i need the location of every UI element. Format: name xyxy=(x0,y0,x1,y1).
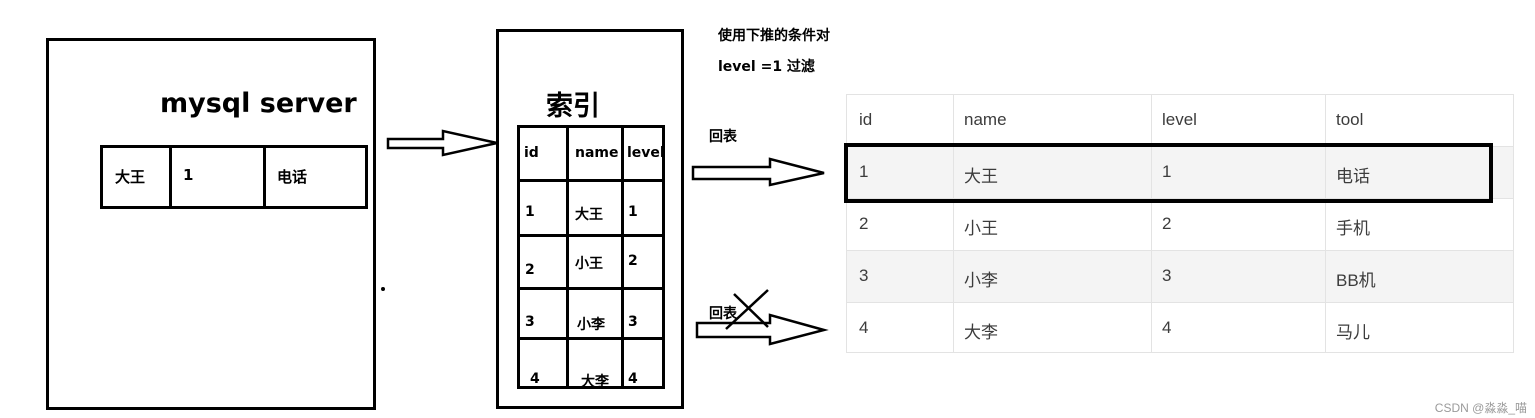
table-col-divider xyxy=(1325,95,1326,352)
column-header-level: level xyxy=(1162,110,1197,129)
table-cell: 小李 xyxy=(964,271,998,290)
table-cell: BB机 xyxy=(1336,271,1376,290)
result-table: id name level tool 1 大王 1 电话 2 小王 2 手机 3… xyxy=(846,94,1514,353)
lookup-label-2: 回表 xyxy=(709,306,737,322)
arrow-server-to-index xyxy=(386,129,498,157)
table-cell: 手机 xyxy=(1336,219,1370,238)
table-row: 4 大李 4 马儿 xyxy=(847,303,1513,355)
table-cell: 2 xyxy=(859,214,869,233)
table-cell: 马儿 xyxy=(1336,323,1370,342)
table-cell: 大李 xyxy=(964,323,998,342)
pushdown-note-line2: level =1 过滤 xyxy=(718,59,815,75)
lookup-label-1: 回表 xyxy=(709,129,737,145)
table-cell: 小王 xyxy=(964,219,998,238)
table-cell: 4 xyxy=(1162,318,1172,337)
pushdown-note-line1: 使用下推的条件对 xyxy=(718,28,830,44)
table-col-divider xyxy=(953,95,954,352)
arrow-lookup-1 xyxy=(691,157,825,187)
column-header-tool: tool xyxy=(1336,110,1364,129)
column-header-id: id xyxy=(859,110,873,129)
watermark: CSDN @淼淼_喵 xyxy=(1434,401,1527,415)
table-cell: 4 xyxy=(859,318,869,337)
table-header-row: id name level tool xyxy=(847,95,1513,147)
column-header-name: name xyxy=(964,110,1007,129)
table-cell: 2 xyxy=(1162,214,1172,233)
table-col-divider xyxy=(1151,95,1152,352)
matched-row-highlight xyxy=(844,143,1493,203)
stray-dot xyxy=(381,287,385,291)
table-cell: 3 xyxy=(859,266,869,285)
table-cell: 3 xyxy=(1162,266,1172,285)
table-row: 2 小王 2 手机 xyxy=(847,199,1513,251)
table-row: 3 小李 3 BB机 xyxy=(847,251,1513,303)
